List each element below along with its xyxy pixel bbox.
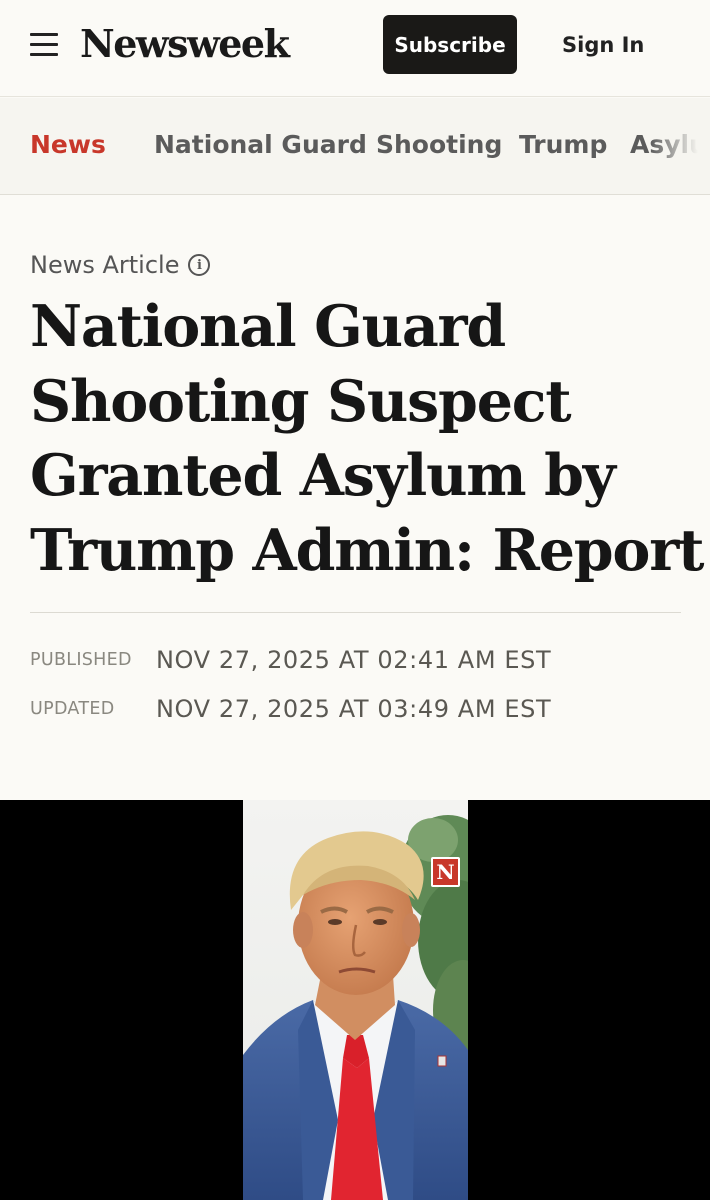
article-type-row: News Article i (30, 249, 211, 281)
updated-timestamp: NOV 27, 2025 AT 03:49 AM EST (156, 695, 552, 723)
sign-in-link[interactable]: Sign In (562, 29, 644, 61)
headline-line: National Guard (30, 293, 506, 360)
headline-line: Trump Admin: Report (30, 516, 704, 584)
topic-nav: News National Guard Shooting Trump Asylu… (0, 98, 710, 195)
nav-item-asylum[interactable]: Asylum (630, 128, 710, 162)
published-label: PUBLISHED (30, 650, 132, 670)
published-row: PUBLISHED NOV 27, 2025 AT 02:41 AM EST (30, 644, 551, 676)
headline-line: Shooting Suspect (30, 367, 572, 435)
menu-icon[interactable] (30, 32, 58, 56)
nav-item-national-guard[interactable]: National Guard (154, 128, 367, 162)
hero-video[interactable] (0, 800, 710, 1200)
newsweek-badge-icon: N (431, 857, 460, 887)
updated-row: UPDATED NOV 27, 2025 AT 03:49 AM EST (30, 693, 551, 725)
article-headline: National Guard Shooting Suspect Granted … (30, 290, 704, 588)
divider (30, 612, 681, 613)
headline-line: Granted Asylum by (30, 442, 616, 509)
article-type-label: News Article (30, 251, 180, 279)
published-timestamp: NOV 27, 2025 AT 02:41 AM EST (156, 646, 552, 674)
newsweek-logo[interactable]: Newsweek (80, 18, 290, 70)
subscribe-button[interactable]: Subscribe (383, 15, 517, 74)
site-header: Newsweek Subscribe Sign In (0, 0, 710, 97)
updated-label: UPDATED (30, 699, 115, 719)
nav-item-trump[interactable]: Trump (519, 128, 607, 162)
nav-item-shooting[interactable]: Shooting (376, 128, 502, 162)
info-icon[interactable]: i (188, 254, 211, 276)
nav-item-news[interactable]: News (30, 128, 106, 162)
